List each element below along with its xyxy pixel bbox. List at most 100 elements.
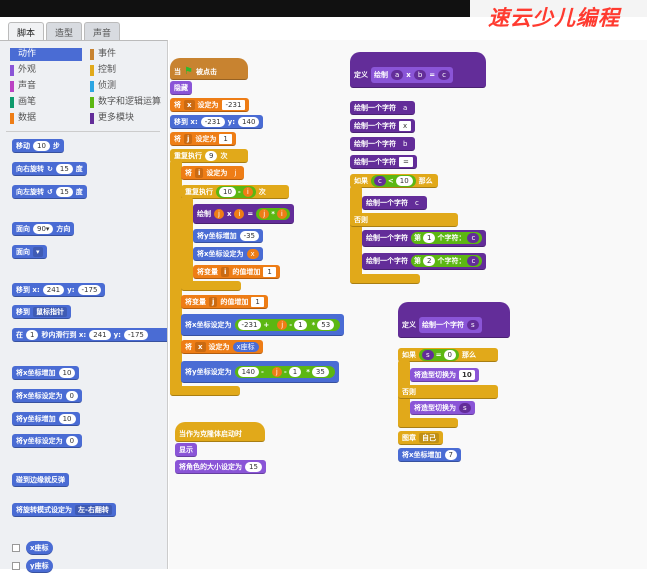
value-input[interactable]: 1 <box>263 266 276 277</box>
size-input[interactable]: 15 <box>245 461 262 472</box>
value-input[interactable]: 53 <box>317 319 335 330</box>
param-reporter[interactable]: b <box>399 138 412 149</box>
value-input[interactable]: 0 <box>65 390 78 401</box>
steps-input[interactable]: 10 <box>33 140 50 151</box>
tab-scripts[interactable]: 脚本 <box>8 22 45 40</box>
set-x-to-var-block[interactable]: 将x坐标设定为 x <box>193 247 263 261</box>
param-reporter[interactable]: c <box>411 197 423 208</box>
x-input[interactable]: -231 <box>200 116 225 127</box>
change-x-block[interactable]: 将x坐标增加 7 <box>398 448 461 462</box>
variable-reporter[interactable]: i <box>242 186 253 197</box>
palette-goto-xy-block[interactable]: 移到 x: 241 y: -175 <box>12 283 106 297</box>
variable-reporter[interactable]: i <box>276 208 287 219</box>
palette-change-y-block[interactable]: 将y坐标增加 10 <box>12 412 80 426</box>
palette-point-direction-block[interactable]: 面向 90▾ 方向 <box>12 222 75 236</box>
category-motion[interactable]: 动作 <box>10 48 82 61</box>
set-size-block[interactable]: 将角色的大小设定为 15 <box>175 460 266 474</box>
index-input[interactable]: 2 <box>423 256 436 266</box>
when-flag-clicked-hat[interactable]: 当 ⚑ 被点击 <box>170 58 248 80</box>
param-b[interactable]: b <box>413 69 427 80</box>
count-input[interactable]: 9 <box>205 150 218 161</box>
repeat-inner-block[interactable]: 重复执行 10- i 次 <box>181 185 289 199</box>
param-reporter[interactable]: c <box>374 175 386 186</box>
draw-char-call-block[interactable]: 绘制一个字符 a <box>350 101 416 115</box>
palette-ypos-reporter[interactable]: y座标 <box>26 559 53 573</box>
change-var-i-block[interactable]: 将变量 i 的值增加 1 <box>193 265 280 279</box>
category-pen[interactable]: 画笔 <box>10 96 82 109</box>
y-input[interactable]: -175 <box>123 329 148 340</box>
change-var-j-block[interactable]: 将变量 j 的值增加 1 <box>181 295 268 309</box>
value-input[interactable]: 7 <box>444 449 457 460</box>
value-input[interactable]: 1 <box>294 319 307 330</box>
draw-char-call-block[interactable]: 绘制一个字符 = <box>350 155 417 169</box>
param-s[interactable]: s <box>467 319 479 330</box>
value-input[interactable]: 10 <box>395 175 413 186</box>
variable-reporter[interactable]: j <box>230 167 241 178</box>
x-input[interactable]: 241 <box>89 329 111 340</box>
category-more-blocks[interactable]: 更多模块 <box>90 112 162 125</box>
value-input[interactable]: -35 <box>239 230 260 241</box>
category-data[interactable]: 数据 <box>10 112 82 125</box>
change-y-block[interactable]: 将y坐标增加 -35 <box>193 229 264 243</box>
palette-change-x-block[interactable]: 将x坐标增加 10 <box>12 366 80 380</box>
char-input[interactable]: = <box>399 156 413 167</box>
palette-goto-block[interactable]: 移到 鼠标指针 <box>12 305 71 319</box>
variable-reporter[interactable]: x <box>246 248 259 259</box>
tab-sounds[interactable]: 声音 <box>84 22 121 40</box>
tab-costumes[interactable]: 造型 <box>46 22 83 40</box>
category-looks[interactable]: 外观 <box>10 64 82 77</box>
variable-reporter[interactable]: j <box>277 319 288 330</box>
value-input[interactable]: 1 <box>219 133 232 144</box>
degrees-input[interactable]: 15 <box>55 163 73 174</box>
category-events[interactable]: 事件 <box>90 48 162 61</box>
category-sensing[interactable]: 侦测 <box>90 80 162 93</box>
variable-dropdown[interactable]: x <box>184 99 195 110</box>
variable-dropdown[interactable]: j <box>184 133 193 144</box>
draw-char-call-block[interactable]: 绘制一个字符 c <box>362 196 427 210</box>
clone-block[interactable]: 图章 自己 <box>398 431 443 445</box>
draw-char-nth-block[interactable]: 绘制一个字符第 2 个字符： c <box>362 253 487 270</box>
variable-dropdown[interactable]: x <box>195 341 206 352</box>
param-reporter[interactable]: c <box>467 256 480 266</box>
draw-char-call-block[interactable]: 绘制一个字符 b <box>350 137 416 151</box>
degrees-input[interactable]: 15 <box>55 186 73 197</box>
draw-call-block[interactable]: 绘制 j x i = j * i <box>193 204 294 224</box>
value-input[interactable]: 10 <box>219 186 236 197</box>
direction-input[interactable]: 90▾ <box>33 223 54 234</box>
param-reporter[interactable]: s <box>422 349 434 360</box>
goto-xy-block[interactable]: 移到 x: -231 y: 140 <box>170 115 264 129</box>
variable-reporter[interactable]: j <box>271 366 282 377</box>
palette-rotation-style-block[interactable]: 将旋转模式设定为 左-右翻转 <box>12 503 116 517</box>
variable-reporter[interactable]: j <box>214 208 224 219</box>
when-start-as-clone-hat[interactable]: 当作为克隆体启动时 <box>175 422 265 442</box>
set-var-i-block[interactable]: 将 i 设定为 j <box>181 166 245 180</box>
seconds-input[interactable]: 1 <box>26 329 39 340</box>
variable-reporter[interactable]: j <box>259 208 270 219</box>
x-input[interactable]: 241 <box>42 284 65 295</box>
value-input[interactable]: 1 <box>288 366 302 377</box>
palette-set-x-block[interactable]: 将x坐标设定为 0 <box>12 389 82 403</box>
value-input[interactable]: 10 <box>58 413 76 424</box>
set-x-expression-block[interactable]: 将x坐标设定为 -231 + j -1 * 53 <box>181 314 345 336</box>
param-reporter[interactable]: c <box>467 233 480 243</box>
y-input[interactable]: 140 <box>238 116 260 127</box>
value-input[interactable]: -231 <box>237 319 262 330</box>
y-input[interactable]: -175 <box>77 284 102 295</box>
value-input[interactable]: 10 <box>58 367 76 378</box>
param-reporter[interactable]: s <box>459 402 471 413</box>
palette-bounce-block[interactable]: 碰到边缘就反弹 <box>12 473 69 487</box>
if-else-block[interactable]: 如果 c <10 那么 <box>350 174 438 188</box>
variable-dropdown[interactable]: j <box>209 296 218 307</box>
value-input[interactable]: -231 <box>221 99 246 110</box>
category-sound[interactable]: 声音 <box>10 80 82 93</box>
value-input[interactable]: 140 <box>237 366 259 377</box>
set-y-expression-block[interactable]: 将y坐标设定为 140- j -1 * 35 <box>181 361 339 383</box>
draw-char-nth-block[interactable]: 绘制一个字符第 1 个字符： c <box>362 230 487 247</box>
draw-char-call-block[interactable]: 绘制一个字符 x <box>350 119 416 133</box>
palette-xpos-reporter[interactable]: x座标 <box>26 541 53 555</box>
target-dropdown[interactable]: ▾ <box>33 246 43 257</box>
set-var-j-block[interactable]: 将 j 设定为 1 <box>170 132 236 146</box>
switch-costume-block[interactable]: 将造型切换为 10 <box>410 368 479 382</box>
palette-move-block[interactable]: 移动 10 步 <box>12 139 64 153</box>
palette-glide-block[interactable]: 在 1 秒内滑行到 x: 241 y: -175 <box>12 328 167 342</box>
